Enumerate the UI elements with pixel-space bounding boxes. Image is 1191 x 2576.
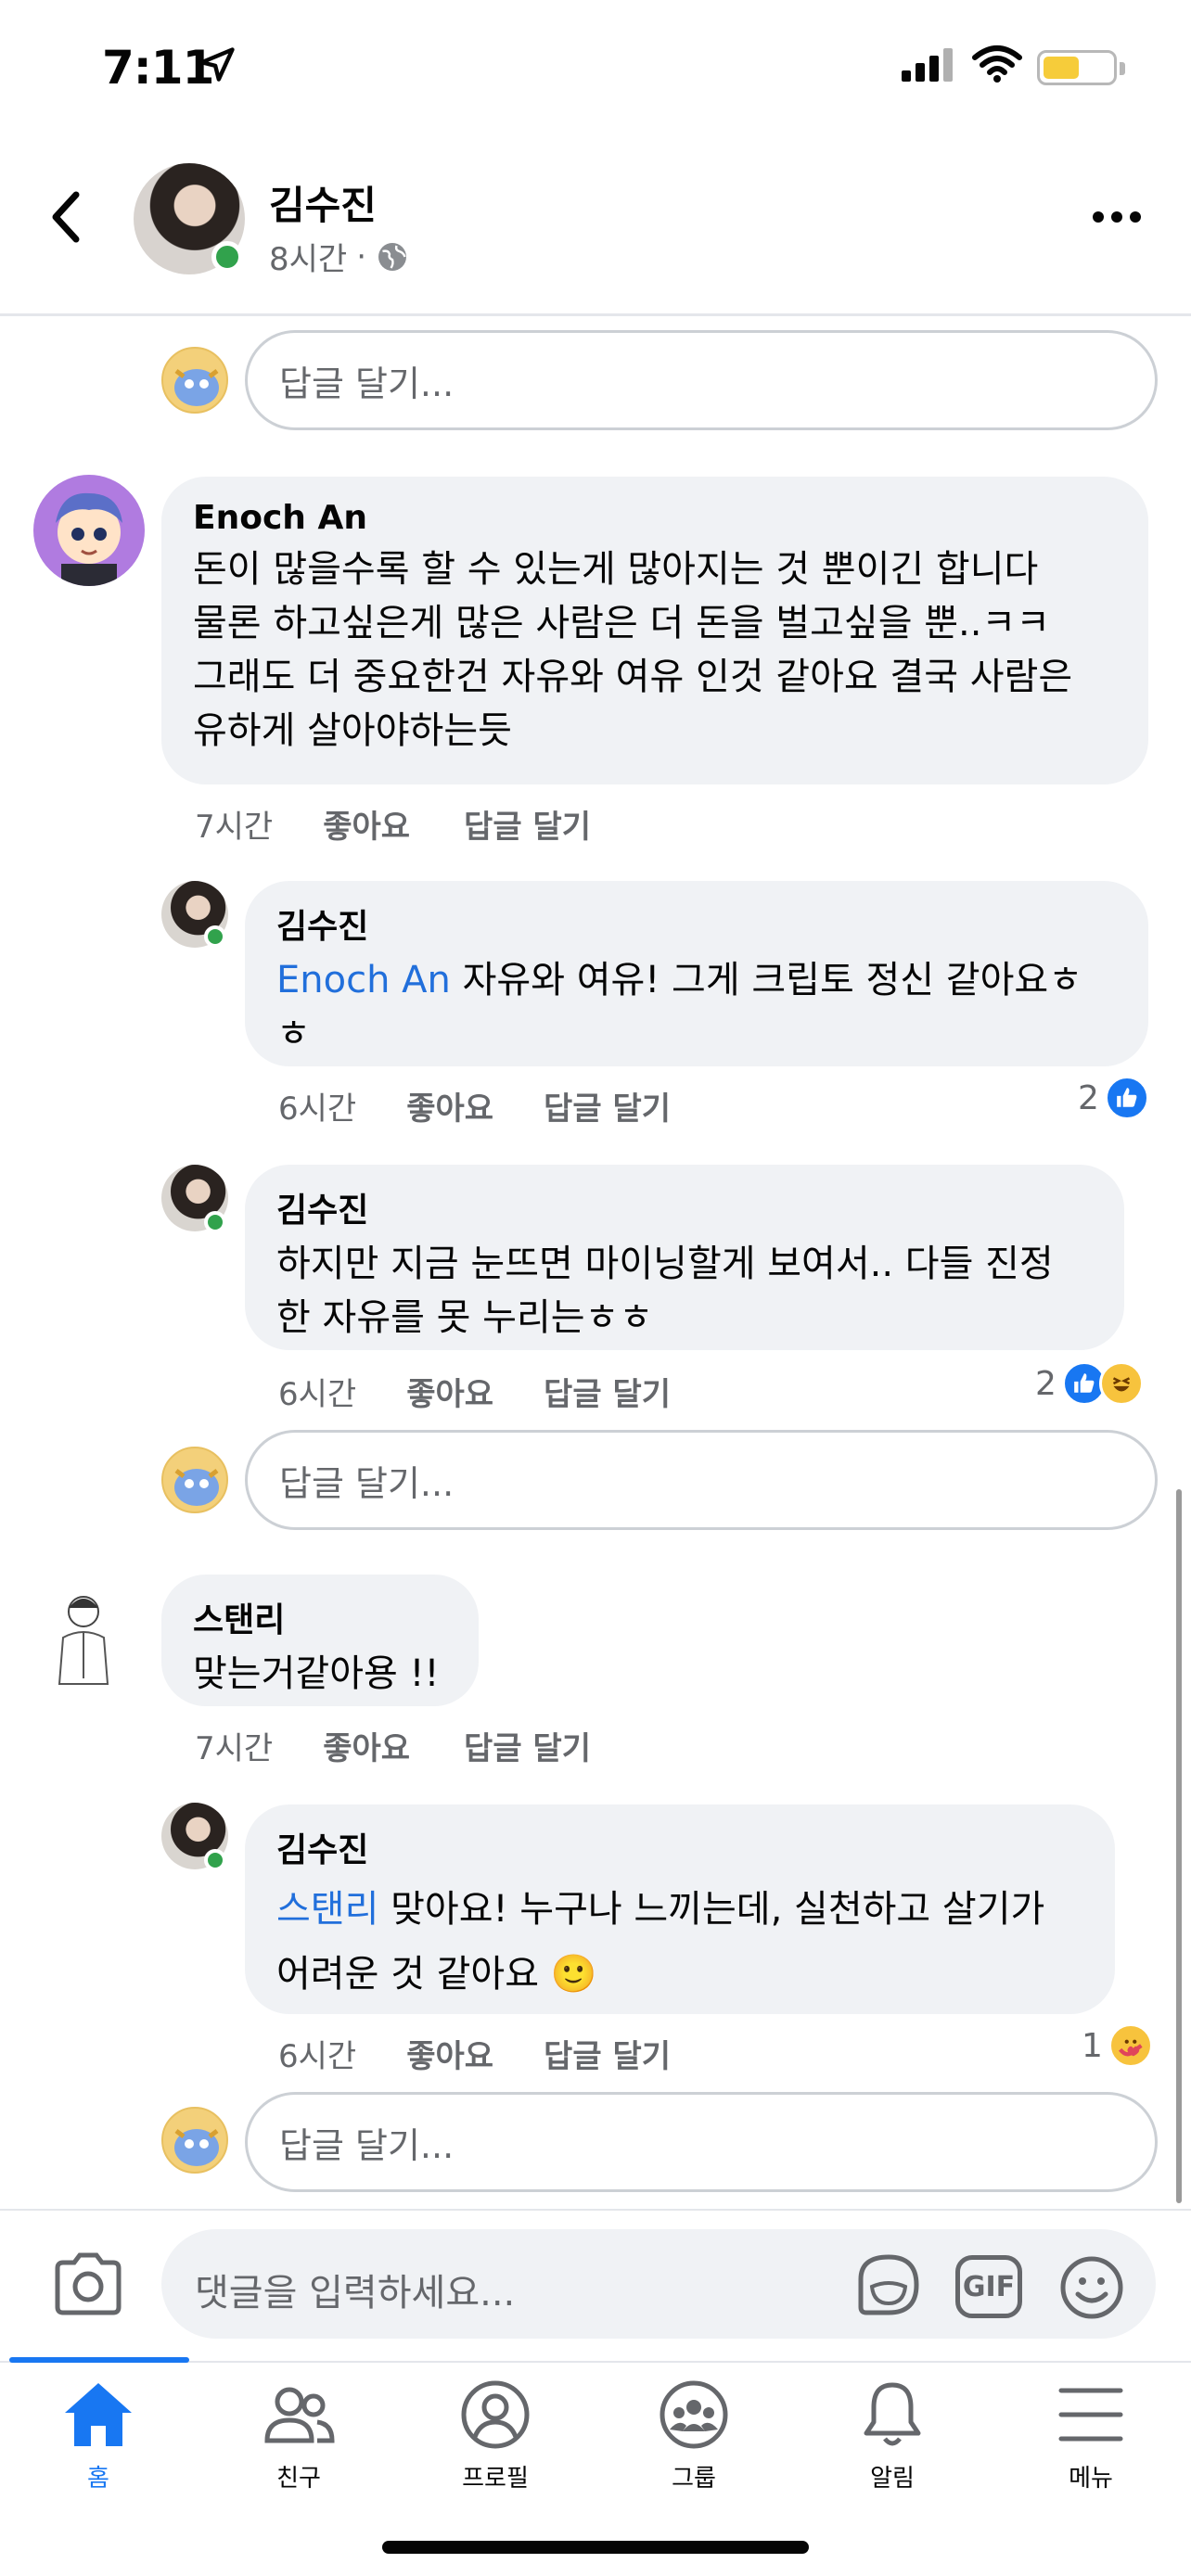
camera-icon[interactable] — [52, 2251, 124, 2316]
comment-text: 맞는거같아용 !! — [193, 1652, 440, 1695]
tab-menu[interactable]: 메뉴 — [1017, 2379, 1165, 2493]
online-status-dot — [204, 925, 226, 948]
post-author-name[interactable]: 김수진 — [269, 174, 377, 231]
composer-divider — [0, 2209, 1191, 2211]
tab-label: 프로필 — [462, 2465, 529, 2493]
comment-bubble: Enoch An 돈이 많을수록 할 수 있는게 많아지는 것 뿐이긴 합니다 … — [161, 477, 1148, 784]
reaction-count: 2 — [1035, 1364, 1057, 1403]
tab-label: 홈 — [87, 2465, 109, 2493]
reply-button[interactable]: 답글 달기 — [464, 1723, 591, 1768]
care-reaction-icon — [1108, 2023, 1153, 2068]
commenter-avatar[interactable] — [37, 1586, 130, 1688]
reply-button[interactable]: 답글 달기 — [544, 1369, 671, 1414]
groups-icon — [660, 2380, 728, 2449]
tab-label: 메뉴 — [1069, 2465, 1113, 2493]
comment-author[interactable]: 스탠리 — [193, 1593, 447, 1641]
like-button[interactable]: 좋아요 — [323, 801, 410, 847]
reaction-count: 1 — [1082, 2026, 1103, 2065]
reply-body: 맞아요! 누구나 느끼는데, 실천하고 살기가 어려운 것 같아요 🙂 — [276, 1888, 1045, 1996]
haha-reaction-icon — [1098, 1361, 1144, 1406]
mention-link[interactable]: Enoch An — [276, 959, 451, 1001]
comment-time: 7시간 — [195, 809, 274, 846]
reply-time: 6시간 — [278, 2038, 357, 2075]
comment-bubble: 스탠리 맞는거같아용 !! — [161, 1575, 479, 1706]
comment-text: 돈이 많을수록 할 수 있는게 많아지는 것 뿐이긴 합니다 물론 하고싶은게 … — [193, 548, 1073, 752]
gif-button[interactable]: GIF — [955, 2255, 1022, 2318]
reply-actions: 6시간 좋아요 답글 달기 — [278, 2031, 671, 2076]
tab-friends[interactable]: 친구 — [224, 2379, 373, 2493]
reply-bubble: 김수진 스탠리 맞아요! 누구나 느끼는데, 실천하고 살기가 어려운 것 같아… — [245, 1804, 1115, 2014]
reply-time: 6시간 — [278, 1090, 357, 1128]
like-button[interactable]: 좋아요 — [323, 1723, 410, 1768]
reaction-summary[interactable]: 2 — [1078, 1076, 1149, 1120]
comment-time: 7시간 — [195, 1730, 274, 1767]
tab-groups[interactable]: 그룹 — [620, 2379, 768, 2493]
reply-bubble: 김수진 하지만 지금 눈뜨면 마이닝할게 보여서.. 다들 진정 한 자유를 못… — [245, 1165, 1124, 1350]
tab-label: 알림 — [870, 2465, 915, 2493]
like-button[interactable]: 좋아요 — [406, 1369, 493, 1414]
tab-label: 그룹 — [672, 2465, 716, 2493]
tab-label: 친구 — [276, 2465, 321, 2493]
profile-icon — [461, 2380, 530, 2449]
reply-button[interactable]: 답글 달기 — [544, 2031, 671, 2076]
comment-input[interactable]: 댓글을 입력하세요... — [195, 2263, 515, 2316]
cellular-signal-icon — [902, 48, 953, 82]
meta-separator: · — [356, 237, 367, 275]
online-status-dot — [211, 241, 243, 273]
reply-text: Enoch An 자유와 여유! 그게 크립토 정신 같아요ㅎ ㅎ — [276, 953, 1117, 1061]
more-options-button[interactable] — [1093, 211, 1141, 223]
reply-button[interactable]: 답글 달기 — [464, 801, 591, 847]
reaction-summary[interactable]: 1 — [1082, 2023, 1153, 2068]
back-arrow-icon[interactable] — [46, 189, 87, 245]
globe-icon — [378, 242, 407, 271]
home-icon — [65, 2383, 132, 2446]
post-meta: 8시간 · — [269, 234, 409, 279]
my-avatar — [161, 347, 228, 414]
battery-icon — [1037, 50, 1125, 85]
mention-link[interactable]: 스탠리 — [276, 1888, 378, 1931]
like-button[interactable]: 좋아요 — [406, 2031, 493, 2076]
tab-home[interactable]: 홈 — [24, 2379, 173, 2493]
tab-notifications[interactable]: 알림 — [818, 2379, 967, 2493]
comment-author[interactable]: Enoch An — [193, 499, 1117, 537]
post-time: 8시간 — [269, 241, 348, 278]
reply-actions: 6시간 좋아요 답글 달기 — [278, 1369, 671, 1414]
reply-time: 6시간 — [278, 1376, 357, 1413]
reply-author[interactable]: 김수진 — [276, 1823, 1083, 1871]
wifi-icon — [972, 45, 1022, 83]
reply-author[interactable]: 김수진 — [276, 899, 1117, 948]
reply-bubble: 김수진 Enoch An 자유와 여유! 그게 크립토 정신 같아요ㅎ ㅎ — [245, 881, 1148, 1066]
like-reaction-icon — [1104, 1076, 1149, 1120]
friends-icon — [264, 2387, 335, 2443]
comment-actions: 7시간 좋아요 답글 달기 — [195, 801, 591, 847]
reaction-summary[interactable]: 2 — [1035, 1361, 1144, 1406]
like-button[interactable]: 좋아요 — [406, 1083, 493, 1129]
avatar-sticker-icon[interactable] — [853, 2251, 924, 2318]
location-arrow-icon — [199, 47, 235, 82]
comment-actions: 7시간 좋아요 답글 달기 — [195, 1723, 591, 1768]
reply-input[interactable]: 답글 달기... — [245, 330, 1158, 430]
reaction-count: 2 — [1078, 1078, 1099, 1117]
reply-button[interactable]: 답글 달기 — [544, 1083, 671, 1129]
active-tab-indicator — [9, 2357, 189, 2363]
emoji-icon[interactable] — [1057, 2253, 1126, 2322]
reply-input[interactable]: 답글 달기... — [245, 2092, 1158, 2192]
my-avatar — [161, 1447, 228, 1513]
reply-text: 하지만 지금 눈뜨면 마이닝할게 보여서.. 다들 진정 한 자유를 못 누리는… — [276, 1243, 1054, 1339]
home-indicator — [382, 2541, 809, 2554]
tab-profile[interactable]: 프로필 — [421, 2379, 570, 2493]
my-avatar — [161, 2107, 228, 2174]
menu-icon — [1058, 2388, 1123, 2442]
reply-text: 스탠리 맞아요! 누구나 느끼는데, 실천하고 살기가 어려운 것 같아요 🙂 — [276, 1877, 1083, 2007]
online-status-dot — [204, 1849, 226, 1871]
commenter-avatar[interactable] — [33, 475, 145, 586]
bell-icon — [864, 2382, 921, 2446]
header-divider — [0, 313, 1191, 316]
reply-actions: 6시간 좋아요 답글 달기 — [278, 1083, 671, 1129]
scrollbar[interactable] — [1176, 1489, 1182, 2203]
online-status-dot — [204, 1211, 226, 1233]
reply-input[interactable]: 답글 달기... — [245, 1430, 1158, 1530]
reply-author[interactable]: 김수진 — [276, 1183, 1093, 1231]
